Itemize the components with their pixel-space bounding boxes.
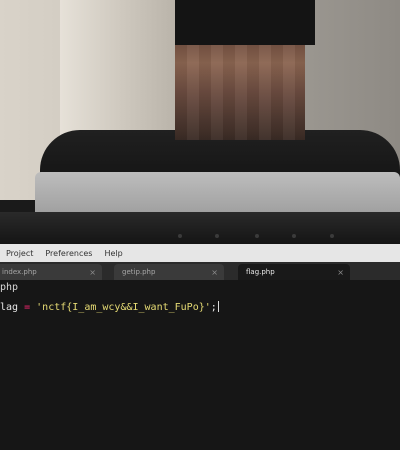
bezel-dot (255, 234, 259, 238)
monitor: Project Preferences Help index.php × get… (0, 212, 400, 450)
person-hair (175, 0, 315, 45)
photo-scene: Project Preferences Help index.php × get… (0, 0, 400, 450)
bezel-dot (215, 234, 219, 238)
menu-preferences[interactable]: Preferences (39, 249, 98, 258)
close-icon[interactable]: × (89, 268, 96, 277)
bezel-dot (330, 234, 334, 238)
tab-label: flag.php (246, 268, 275, 276)
menu-bar: Project Preferences Help (0, 244, 400, 262)
code-editor[interactable]: php lag = 'nctf{I_am_wcy&&I_want_FuPo}'; (0, 280, 400, 450)
code-string: 'nctf{I_am_wcy&&I_want_FuPo}' (36, 302, 211, 313)
close-icon[interactable]: × (211, 268, 218, 277)
text-cursor (217, 301, 219, 312)
file-label: php (0, 282, 19, 293)
code-variable: lag (0, 302, 19, 313)
code-terminator: ; (210, 302, 217, 313)
tab-label: index.php (2, 268, 37, 276)
bezel-dot (292, 234, 296, 238)
tab-getip-php[interactable]: getip.php × (114, 264, 224, 280)
tab-label: getip.php (122, 268, 156, 276)
code-operator: = (24, 302, 31, 313)
tab-flag-php[interactable]: flag.php × (238, 264, 350, 280)
close-icon[interactable]: × (337, 268, 344, 277)
bezel-dot (178, 234, 182, 238)
tab-bar: index.php × getip.php × flag.php × (0, 262, 400, 280)
code-line: lag = 'nctf{I_am_wcy&&I_want_FuPo}'; (0, 301, 219, 313)
monitor-bezel (0, 212, 400, 244)
menu-help[interactable]: Help (98, 249, 128, 258)
tab-index-php[interactable]: index.php × (0, 264, 102, 280)
menu-project[interactable]: Project (0, 249, 39, 258)
